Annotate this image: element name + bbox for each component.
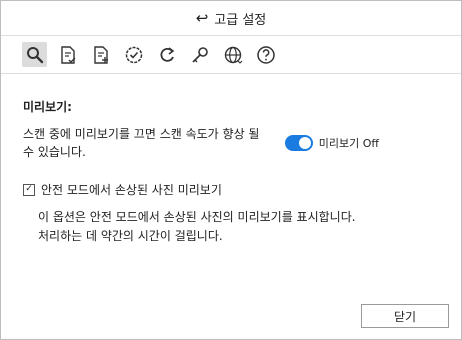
preview-heading: 미리보기: — [23, 100, 72, 114]
key-icon[interactable] — [187, 42, 212, 67]
toggle-knob — [298, 137, 311, 149]
toolbar — [1, 35, 461, 74]
close-button[interactable]: 닫기 — [361, 304, 449, 328]
preview-description: 스캔 중에 미리보기를 끄면 스캔 속도가 향상 될 수 있습니다. — [23, 127, 260, 159]
safe-mode-info-line1: 이 옵션은 안전 모드에서 손상된 사진의 미리보기를 표시합니다. — [38, 210, 356, 224]
preview-setting-row: 스캔 중에 미리보기를 끄면 스캔 속도가 향상 될 수 있습니다. 미리보기 … — [23, 125, 439, 161]
preview-toggle-control: 미리보기 Off — [284, 135, 379, 151]
check-circle-icon[interactable] — [121, 42, 146, 67]
title-bar: ↩ 고급 설정 — [1, 1, 461, 35]
back-arrow-icon[interactable]: ↩ — [196, 10, 209, 26]
globe-icon[interactable] — [220, 42, 245, 67]
preview-toggle-label: 미리보기 Off — [318, 137, 379, 150]
safe-mode-info-line2: 처리하는 데 약간의 시간이 걸립니다. — [38, 229, 223, 243]
safe-mode-checkbox-label[interactable]: 안전 모드에서 손상된 사진 미리보기 — [41, 181, 222, 198]
settings-content: 미리보기: 스캔 중에 미리보기를 끄면 스캔 속도가 향상 될 수 있습니다.… — [1, 98, 461, 246]
document-check-icon[interactable] — [55, 42, 80, 67]
search-icon[interactable] — [22, 42, 47, 67]
safe-mode-option: ✓ 안전 모드에서 손상된 사진 미리보기 — [23, 181, 439, 198]
document-add-icon[interactable] — [88, 42, 113, 67]
dialog-title: 고급 설정 — [214, 12, 267, 28]
refresh-icon[interactable] — [154, 42, 179, 67]
safe-mode-checkbox[interactable]: ✓ — [23, 183, 35, 196]
preview-toggle[interactable] — [284, 135, 313, 151]
advanced-settings-dialog: ↩ 고급 설정 미리보기: 스캔 중에 미리보기를 끄면 스캔 속도가 향상 될… — [0, 0, 462, 340]
help-icon[interactable] — [253, 42, 278, 67]
safe-mode-info: 이 옵션은 안전 모드에서 손상된 사진의 미리보기를 표시합니다. 처리하는 … — [23, 208, 439, 246]
